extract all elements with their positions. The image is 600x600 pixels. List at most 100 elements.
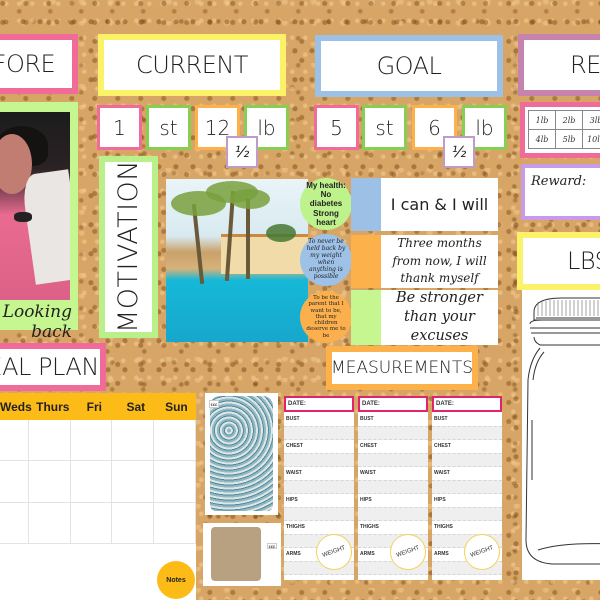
sheet-input-bust[interactable]: [432, 426, 502, 440]
sheet-input-waist[interactable]: [358, 480, 428, 494]
current-fraction-tile[interactable]: ½: [226, 136, 258, 168]
sheet-row-bust: BUST: [434, 416, 448, 422]
current-stones-tile[interactable]: 1: [97, 105, 142, 150]
sheet-row-hips: HIPS: [286, 497, 298, 503]
current-stone-unit: st: [159, 115, 178, 140]
reward-milestone[interactable]: 3lb: [583, 111, 600, 130]
goal-stone-unit-tile[interactable]: st: [362, 105, 407, 150]
current-title: CURRENT: [136, 51, 248, 79]
sheet-row-thighs: THIGHS: [434, 524, 453, 530]
sheet-row-waist: WAIST: [360, 470, 376, 476]
motivation-circle-text: To never be held back by my weight when …: [306, 238, 346, 280]
before-title-card: BEFORE: [0, 34, 78, 94]
quote-text: Be stronger than your excuses: [396, 290, 483, 344]
sheet-input-chest[interactable]: [358, 453, 428, 467]
photo-palm: [246, 199, 250, 279]
sheet-row-waist: WAIST: [286, 470, 302, 476]
meal-day-thurs: Thurs: [36, 399, 70, 414]
photo-palm: [191, 204, 205, 284]
current-stone-unit-tile[interactable]: st: [146, 105, 191, 150]
meal-cell[interactable]: [154, 461, 196, 503]
before-photo-frame: Looking back: [0, 102, 78, 342]
sheet-input-waist[interactable]: [284, 480, 354, 494]
photo-caption: Looking back: [2, 302, 72, 342]
goal-pounds-value: 6: [428, 115, 441, 140]
sheet-input-bust[interactable]: [358, 426, 428, 440]
quote-accent-bar: [351, 290, 381, 345]
reward-milestone[interactable]: 5lb: [556, 130, 583, 149]
goal-fraction-tile[interactable]: ½: [443, 136, 475, 168]
motivation-circle-text: To be the parent that I want to be, that…: [306, 294, 346, 339]
meal-cell[interactable]: [29, 461, 71, 503]
sheet-date-field[interactable]: DATE:: [432, 396, 502, 412]
measurements-title: MEASUREMENTS: [330, 358, 474, 378]
meal-day-fri: Fri: [86, 399, 102, 414]
goal-outfit-romper: £££: [205, 393, 278, 515]
meal-plan-header: Weds Thurs Fri Sat Sun: [0, 393, 196, 420]
quote-card: Three months from now, I will thank myse…: [351, 235, 498, 288]
meal-cell[interactable]: [154, 420, 196, 462]
sheet-date-field[interactable]: DATE:: [284, 396, 354, 412]
goal-outfit-shorts: £££: [203, 523, 281, 586]
sheet-input-chest[interactable]: [432, 453, 502, 467]
reward-note-card[interactable]: Reward:: [521, 164, 600, 220]
meal-plan-cells: [0, 420, 196, 544]
current-stones-value: 1: [113, 115, 126, 140]
meal-cell[interactable]: [112, 420, 154, 462]
meal-cell[interactable]: [0, 502, 29, 544]
reward-milestone[interactable]: 10lb: [583, 130, 600, 149]
quote-card: I can & I will: [351, 178, 498, 231]
goal-pound-unit: lb: [475, 115, 494, 140]
before-photo: [0, 112, 70, 300]
meal-cell[interactable]: [154, 502, 196, 544]
sheet-row-thighs: THIGHS: [360, 524, 379, 530]
sheet-date-field[interactable]: DATE:: [358, 396, 428, 412]
meal-cell[interactable]: [0, 461, 29, 503]
sheet-input-hips[interactable]: [432, 507, 502, 521]
goal-title-card: GOAL: [315, 35, 503, 97]
meal-cell[interactable]: [112, 502, 154, 544]
meal-notes-circle[interactable]: Notes: [157, 561, 195, 599]
meal-cell[interactable]: [29, 502, 71, 544]
measurement-sheet: DATE: BUST CHEST WAIST HIPS THIGHS ARMS …: [432, 396, 506, 580]
measurement-sheet: DATE: BUST CHEST WAIST HIPS THIGHS ARMS …: [284, 396, 358, 580]
meal-cell[interactable]: [112, 461, 154, 503]
meal-cell[interactable]: [29, 420, 71, 462]
current-fraction-value: ½: [234, 143, 250, 161]
goal-stones-tile[interactable]: 5: [314, 105, 359, 150]
lbs-jar-card: [522, 290, 600, 580]
sheet-input-waist[interactable]: [432, 480, 502, 494]
sheet-input-hips[interactable]: [358, 507, 428, 521]
quote-accent-bar: [351, 178, 381, 231]
meal-cell[interactable]: [0, 420, 29, 462]
quote-accent-bar: [351, 235, 381, 288]
motivation-card: MOTIVATION: [99, 156, 158, 338]
sheet-input-bust[interactable]: [284, 426, 354, 440]
meal-cell[interactable]: [71, 461, 112, 503]
reward-milestone[interactable]: 2lb: [556, 111, 583, 130]
motivation-circle-text: My health: No diabetes Strong heart: [306, 181, 346, 227]
meal-cell[interactable]: [71, 502, 112, 544]
reward-milestone[interactable]: 1lb: [529, 111, 556, 130]
shorts-image: [211, 527, 261, 581]
meal-plan-title: MEAL PLAN: [0, 353, 99, 381]
goal-stones-value: 5: [330, 115, 343, 140]
sheet-input-hips[interactable]: [284, 507, 354, 521]
motivation-circle-weight: To never be held back by my weight when …: [300, 234, 352, 286]
sheet-row-bust: BUST: [360, 416, 374, 422]
reward-milestones-grid: 1lb 2lb 3lb 14lb 4lb 5lb 10lb 14lb: [528, 110, 600, 149]
sheet-row-chest: CHEST: [286, 443, 303, 449]
vision-photo-pool: [166, 179, 308, 342]
current-title-card: CURRENT: [98, 34, 286, 96]
sheet-row-hips: HIPS: [434, 497, 446, 503]
quote-text: Three months from now, I will thank myse…: [392, 236, 487, 286]
current-pound-unit: lb: [257, 115, 276, 140]
goal-fraction-value: ½: [451, 143, 467, 161]
reward-milestone[interactable]: 4lb: [529, 130, 556, 149]
motivation-title: MOTIVATION: [113, 160, 144, 334]
meal-plan-grid-card: Weds Thurs Fri Sat Sun Notes: [0, 393, 196, 600]
sheet-row-chest: CHEST: [434, 443, 451, 449]
sheet-input-chest[interactable]: [284, 453, 354, 467]
motivation-circle-parent: To be the parent that I want to be, that…: [300, 291, 352, 343]
meal-cell[interactable]: [71, 420, 112, 462]
